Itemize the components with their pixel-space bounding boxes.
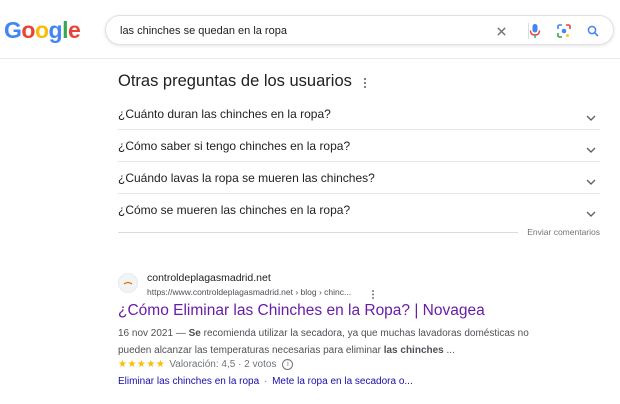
question-row[interactable]: ¿Cuánto duran las chinches en la ropa?	[118, 98, 600, 130]
result-snippet: 16 nov 2021 — Se recomienda utilizar la …	[118, 325, 558, 359]
lens-icon[interactable]	[555, 22, 573, 40]
snippet-bold: las chinches	[383, 345, 444, 356]
rating-row: ★★★★★ Valoración: 4,5 · 2 votos i	[118, 359, 294, 370]
mic-icon[interactable]	[526, 22, 544, 40]
people-also-ask-title: Otras preguntas de los usuarios	[118, 72, 352, 90]
clear-icon[interactable]	[492, 22, 510, 40]
snippet-bold: Se	[188, 328, 201, 339]
logo-letter: G	[4, 17, 22, 43]
question-row[interactable]: ¿Cuándo lavas la ropa se mueren las chin…	[118, 162, 600, 194]
chevron-down-icon	[586, 141, 596, 153]
result-title-link[interactable]: ¿Cómo Eliminar las Chinches en la Ropa? …	[118, 302, 485, 320]
result-site-name[interactable]: controldeplagasmadrid.net	[147, 272, 271, 284]
question-text: ¿Cuánto duran las chinches en la ropa?	[118, 107, 331, 121]
question-row[interactable]: ¿Cómo se mueren las chinches en la ropa?	[118, 194, 600, 226]
google-logo[interactable]: Google	[4, 17, 81, 43]
question-row[interactable]: ¿Cómo saber si tengo chinches en la ropa…	[118, 130, 600, 162]
question-text: ¿Cuándo lavas la ropa se mueren las chin…	[118, 171, 375, 185]
search-box	[105, 15, 614, 45]
logo-letter: g	[48, 17, 63, 43]
result-menu-icon[interactable]	[370, 287, 376, 299]
sitelinks: Eliminar las chinches en la ropa · Mete …	[118, 376, 413, 387]
more-options-icon[interactable]	[361, 76, 369, 90]
result-url[interactable]: https://www.controldeplagasmadrid.net › …	[147, 287, 351, 297]
logo-letter: o	[21, 17, 35, 43]
snippet-dash: —	[173, 328, 189, 339]
snippet-date: 16 nov 2021	[118, 328, 174, 339]
sitelink[interactable]: Eliminar las chinches en la ropa	[118, 376, 259, 387]
search-input[interactable]	[120, 22, 480, 40]
search-icon[interactable]	[584, 22, 602, 40]
logo-letter: o	[34, 17, 49, 43]
rating-text: Valoración: 4,5 · 2 votos	[169, 359, 277, 370]
sitelink[interactable]: Mete la ropa en la secadora o...	[272, 376, 413, 387]
send-feedback-link[interactable]: Enviar comentarios	[527, 227, 600, 237]
question-text: ¿Cómo saber si tengo chinches en la ropa…	[118, 139, 351, 153]
chevron-down-icon	[586, 173, 596, 185]
logo-letter: e	[67, 17, 81, 43]
info-icon[interactable]: i	[282, 359, 294, 370]
chevron-down-icon	[586, 109, 596, 121]
search-header: Google	[0, 0, 620, 59]
chevron-down-icon	[586, 205, 596, 217]
sitelink-separator: ·	[263, 376, 268, 387]
snippet-text: ...	[443, 345, 455, 356]
rating-stars: ★★★★★	[118, 359, 166, 370]
feedback-divider	[118, 232, 518, 233]
question-text: ¿Cómo se mueren las chinches en la ropa?	[118, 203, 351, 217]
site-favicon	[118, 273, 138, 293]
